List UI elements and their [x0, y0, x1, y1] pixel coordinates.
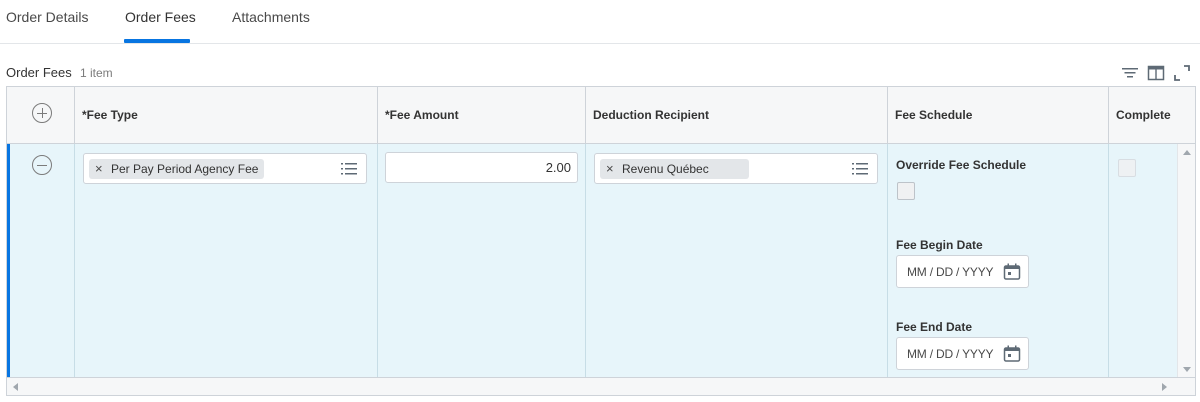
horizontal-scrollbar[interactable] — [7, 377, 1195, 395]
deduction-recipient-cell: × Revenu Québec — [586, 144, 888, 378]
fee-type-cell: × Per Pay Period Agency Fee — [75, 144, 378, 378]
remove-row-button[interactable] — [32, 155, 52, 175]
fee-begin-date-input[interactable]: MM / DD / YYYY — [896, 255, 1029, 288]
fee-type-value: Per Pay Period Agency Fee — [111, 162, 259, 176]
column-header-fee-amount[interactable]: *Fee Amount — [378, 87, 586, 144]
fee-end-date-placeholder: MM / DD / YYYY — [907, 347, 994, 361]
fee-end-date-input[interactable]: MM / DD / YYYY — [896, 337, 1029, 370]
fee-type-input[interactable]: × Per Pay Period Agency Fee — [83, 153, 367, 184]
remove-fee-type-icon[interactable]: × — [95, 159, 103, 179]
deduction-recipient-pill: × Revenu Québec — [600, 159, 749, 179]
grid-header: *Fee Type *Fee Amount Deduction Recipien… — [7, 87, 1195, 144]
tab-order-fees[interactable]: Order Fees — [125, 9, 196, 25]
item-count: 1 item — [80, 66, 113, 80]
column-header-deduction-recipient[interactable]: Deduction Recipient — [586, 87, 888, 144]
section-title: Order Fees — [6, 65, 72, 80]
add-column-header — [7, 87, 75, 144]
deduction-recipient-input[interactable]: × Revenu Québec — [594, 153, 878, 184]
add-row-button[interactable] — [32, 103, 52, 123]
remove-recipient-icon[interactable]: × — [606, 159, 614, 179]
calendar-icon[interactable] — [1003, 345, 1021, 363]
fee-schedule-cell: Override Fee Schedule Fee Begin Date MM … — [888, 144, 1109, 378]
deduction-recipient-value: Revenu Québec — [622, 162, 709, 176]
scroll-left-icon[interactable] — [13, 383, 18, 391]
list-icon[interactable] — [852, 162, 868, 176]
tab-bar: Order Details Order Fees Attachments — [0, 0, 1200, 44]
column-header-fee-schedule[interactable]: Fee Schedule — [888, 87, 1109, 144]
fee-type-pill: × Per Pay Period Agency Fee — [89, 159, 265, 179]
fee-begin-date-label: Fee Begin Date — [896, 238, 983, 252]
scroll-up-icon[interactable] — [1183, 150, 1191, 155]
calendar-icon[interactable] — [1003, 263, 1021, 281]
tab-attachments[interactable]: Attachments — [232, 9, 310, 25]
scroll-down-icon[interactable] — [1183, 367, 1191, 372]
fee-end-date-label: Fee End Date — [896, 320, 973, 334]
override-fee-schedule-checkbox[interactable] — [897, 182, 915, 200]
filter-icon[interactable] — [1119, 62, 1141, 84]
fee-amount-input[interactable]: 2.00 — [385, 152, 578, 183]
columns-icon[interactable] — [1145, 62, 1167, 84]
fee-amount-cell: 2.00 — [378, 144, 586, 378]
active-tab-indicator — [124, 39, 190, 43]
tab-order-details[interactable]: Order Details — [6, 9, 88, 25]
expand-icon[interactable] — [1171, 62, 1193, 84]
fee-begin-date-placeholder: MM / DD / YYYY — [907, 265, 994, 279]
vertical-scrollbar[interactable] — [1177, 144, 1195, 378]
complete-cell — [1109, 144, 1182, 378]
complete-checkbox[interactable] — [1118, 159, 1136, 177]
table-row: × Per Pay Period Agency Fee 2.00 × Reven… — [7, 144, 1179, 378]
list-icon[interactable] — [341, 162, 357, 176]
order-fees-grid: *Fee Type *Fee Amount Deduction Recipien… — [6, 86, 1196, 396]
column-header-complete[interactable]: Complete — [1109, 87, 1195, 144]
column-header-fee-type[interactable]: *Fee Type — [75, 87, 378, 144]
override-fee-schedule-label: Override Fee Schedule — [896, 158, 1027, 172]
scroll-right-icon[interactable] — [1162, 383, 1167, 391]
row-action-cell — [10, 144, 75, 378]
